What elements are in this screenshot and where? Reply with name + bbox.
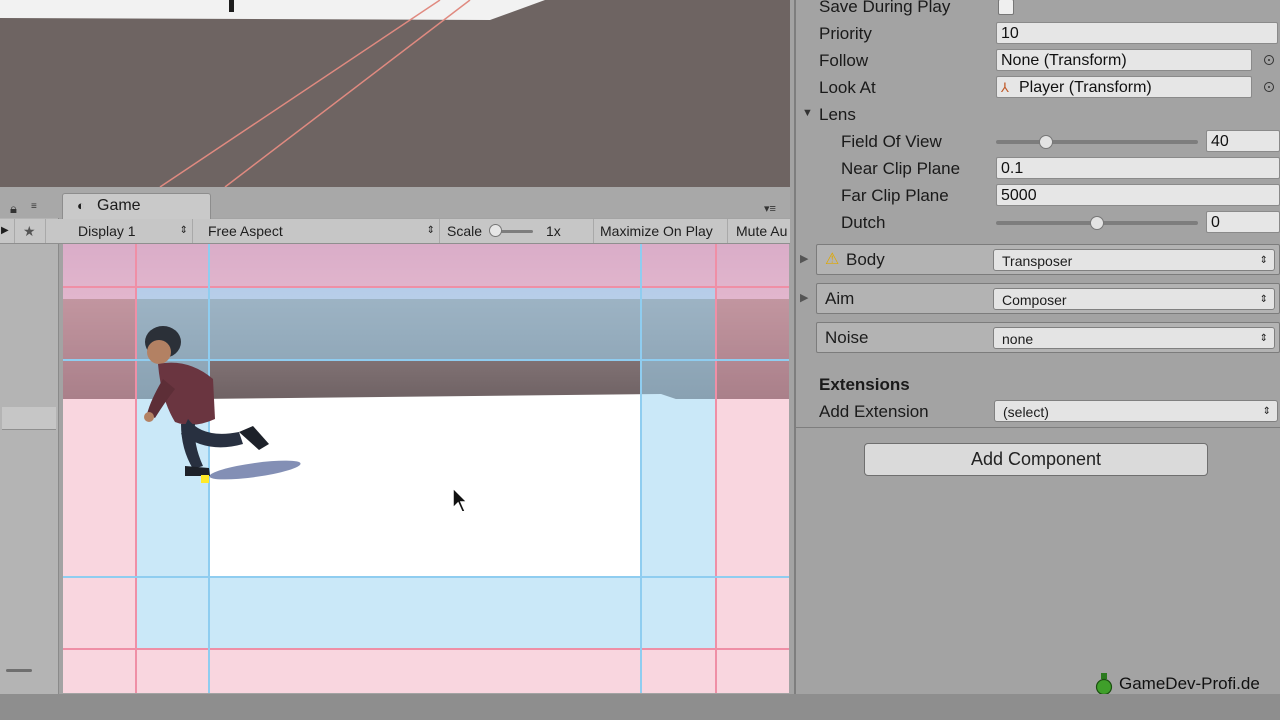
near-clip-label: Near Clip Plane xyxy=(841,159,961,178)
foldout-collapsed-icon[interactable]: ▶ xyxy=(800,291,808,304)
add-extension-label: Add Extension xyxy=(819,402,929,421)
aim-dropdown[interactable]: Composer ⇕ xyxy=(993,288,1275,310)
aim-foldout[interactable]: Aim Composer ⇕ xyxy=(816,283,1280,314)
far-clip-field[interactable]: 5000 xyxy=(996,184,1280,206)
chevron-updown-icon: ⇕ xyxy=(426,225,435,236)
aspect-select-label: Free Aspect xyxy=(208,223,283,239)
object-picker-icon[interactable] xyxy=(1264,55,1274,65)
status-bar xyxy=(0,694,1280,720)
noise-dropdown[interactable]: none ⇕ xyxy=(993,327,1275,349)
extensions-heading: Extensions xyxy=(819,375,910,394)
fov-slider-knob[interactable] xyxy=(1039,135,1054,149)
maximize-on-play-toggle[interactable]: Maximize On Play xyxy=(594,219,728,243)
tab-game-label: Game xyxy=(97,197,141,214)
aim-dropdown-value: Composer xyxy=(1002,292,1067,308)
game-toolbar: ▶ ★ Display 1 ⇕ Free Aspect ⇕ Scale 1x Max… xyxy=(0,219,790,244)
aim-label: Aim xyxy=(825,289,855,308)
priority-label: Priority xyxy=(819,24,872,43)
transform-icon: ⅄ xyxy=(1001,80,1009,95)
dutch-slider-knob[interactable] xyxy=(1090,216,1104,230)
chevron-updown-icon: ⇕ xyxy=(1259,294,1268,305)
noise-label: Noise xyxy=(825,328,869,347)
fov-field[interactable]: 40 xyxy=(1206,130,1280,152)
inspector-panel: Save During Play Priority 10 Follow None… xyxy=(794,0,1280,694)
priority-field[interactable]: 10 xyxy=(996,22,1278,44)
body-foldout[interactable]: ⚠ Body Transposer ⇕ xyxy=(816,244,1280,275)
foldout-collapsed-icon[interactable]: ▶ xyxy=(800,252,808,265)
far-clip-label: Far Clip Plane xyxy=(841,186,949,205)
object-picker-icon[interactable] xyxy=(1264,82,1274,92)
foldout-expanded-icon[interactable]: ▼ xyxy=(802,107,813,119)
chevron-updown-icon: ⇕ xyxy=(179,225,188,236)
play-icon[interactable]: ▶ xyxy=(0,219,15,243)
watermark: GameDev-Profi.de xyxy=(1119,674,1260,693)
follow-label: Follow xyxy=(819,51,869,70)
panel-menu-icon[interactable]: ▾≡ xyxy=(764,202,776,215)
fov-label: Field Of View xyxy=(841,132,942,151)
save-during-play-label: Save During Play xyxy=(819,0,951,16)
fov-slider-track[interactable] xyxy=(996,140,1198,144)
lock-icon[interactable]: 🔒︎ xyxy=(10,201,17,217)
mute-audio-toggle[interactable]: Mute Au xyxy=(729,219,790,243)
left-panel xyxy=(0,187,59,694)
dutch-field[interactable]: 0 xyxy=(1206,211,1280,233)
add-component-button[interactable]: Add Component xyxy=(864,443,1208,476)
lens-label: Lens xyxy=(819,105,856,124)
look-at-field[interactable]: ⅄ Player (Transform) xyxy=(996,76,1252,98)
display-select[interactable]: Display 1 ⇕ xyxy=(70,219,193,243)
near-clip-field[interactable]: 0.1 xyxy=(996,157,1280,179)
chevron-updown-icon: ⇕ xyxy=(1259,333,1268,344)
tab-game[interactable]: ◐ Game xyxy=(62,193,211,220)
look-at-label: Look At xyxy=(819,78,876,97)
scale-control[interactable]: Scale 1x xyxy=(447,219,594,243)
noise-dropdown-value: none xyxy=(1002,331,1034,347)
noise-foldout[interactable]: Noise none ⇕ xyxy=(816,322,1280,353)
add-extension-dropdown[interactable]: (select) ⇕ xyxy=(994,400,1278,422)
scale-slider-knob[interactable] xyxy=(489,224,502,237)
scale-value: 1x xyxy=(546,223,561,239)
follow-field[interactable]: None (Transform) xyxy=(996,49,1252,71)
left-toolbar xyxy=(2,407,56,430)
gamepad-icon: ◐ xyxy=(77,198,85,213)
flask-logo-icon xyxy=(1095,672,1113,696)
add-extension-value: (select) xyxy=(1003,404,1049,420)
panel-menu-icon[interactable]: ≡ xyxy=(31,201,37,212)
star-icon[interactable]: ★ xyxy=(15,219,46,243)
look-at-value: Player (Transform) xyxy=(1019,79,1152,96)
body-dropdown-value: Transposer xyxy=(1002,253,1073,269)
scale-label: Scale xyxy=(447,223,483,239)
chevron-updown-icon: ⇕ xyxy=(1262,406,1271,417)
cursor-icon xyxy=(452,486,469,513)
dutch-label: Dutch xyxy=(841,213,886,232)
body-label: Body xyxy=(846,250,885,269)
scrollbar[interactable] xyxy=(6,669,32,672)
chevron-updown-icon: ⇕ xyxy=(1259,255,1268,266)
game-view[interactable] xyxy=(63,244,789,693)
warning-icon: ⚠ xyxy=(825,251,840,268)
divider xyxy=(796,427,1280,428)
display-select-label: Display 1 xyxy=(78,223,136,239)
body-dropdown[interactable]: Transposer ⇕ xyxy=(993,249,1275,271)
save-during-play-checkbox[interactable] xyxy=(998,0,1014,15)
scene-view[interactable] xyxy=(0,0,790,187)
aspect-select[interactable]: Free Aspect ⇕ xyxy=(200,219,440,243)
